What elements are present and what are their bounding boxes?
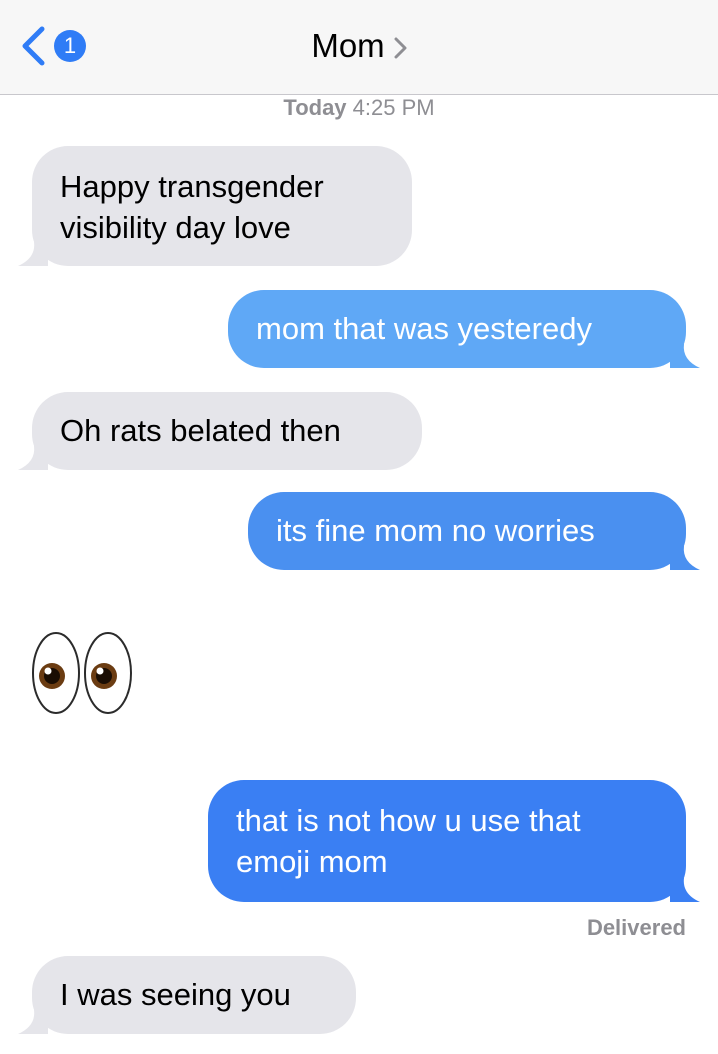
back-button[interactable]: 1	[20, 24, 100, 68]
message-bubble-incoming[interactable]: I was seeing you	[18, 956, 356, 1034]
bubble-tail	[670, 344, 700, 368]
navigation-bar: 1 Mom	[0, 0, 718, 95]
message-text: Happy transgender	[60, 169, 324, 204]
contact-name: Mom	[311, 27, 385, 64]
bubble-tail	[18, 1010, 48, 1034]
conversation-timestamp: Today 4:25 PM	[0, 94, 718, 122]
message-bubble-incoming[interactable]: Happy transgender visibility day love	[18, 146, 412, 266]
message-text: emoji mom	[236, 844, 388, 879]
bubble-tail	[18, 242, 48, 266]
bubble-tail	[670, 878, 700, 902]
message-bubble-outgoing[interactable]: mom that was yesteredy	[228, 290, 700, 368]
delivery-status: Delivered	[586, 915, 686, 940]
eyes-emoji[interactable]	[30, 628, 142, 718]
message-bubble-outgoing[interactable]: that is not how u use that emoji mom	[208, 780, 700, 902]
message-text: I was seeing you	[60, 977, 291, 1012]
message-text: Oh rats belated then	[60, 413, 341, 448]
timestamp-time: 4:25 PM	[352, 95, 435, 120]
unread-count-badge: 1	[54, 30, 86, 62]
message-bubble-outgoing[interactable]: its fine mom no worries	[248, 492, 700, 570]
timestamp-day: Today	[283, 95, 347, 120]
message-text: its fine mom no worries	[276, 513, 595, 548]
message-bubble-incoming[interactable]: Oh rats belated then	[18, 392, 422, 470]
back-chevron-icon	[22, 26, 45, 66]
bubble-tail	[18, 446, 48, 470]
message-text: visibility day love	[60, 210, 291, 245]
message-text: mom that was yesteredy	[256, 311, 592, 346]
contact-header: Mom	[0, 24, 718, 68]
contact-name-button[interactable]: Mom	[311, 24, 407, 68]
message-text: that is not how u use that	[236, 803, 581, 838]
bubble-tail	[670, 546, 700, 570]
contact-chevron-icon	[394, 37, 407, 59]
